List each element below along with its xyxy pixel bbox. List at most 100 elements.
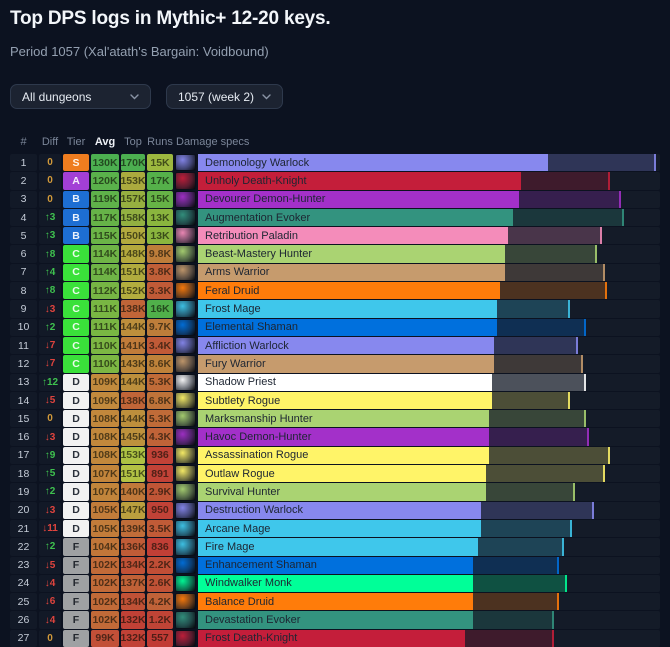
dps-bar-track: Destruction Warlock bbox=[198, 502, 660, 519]
avg-dps-cell: 110K bbox=[91, 355, 119, 372]
spec-name-label: Beast-Mastery Hunter bbox=[205, 248, 312, 260]
diff-cell: ↑4 bbox=[39, 264, 61, 281]
rank-cell: 11 bbox=[10, 337, 37, 354]
period-filter-dropdown[interactable]: 1057 (week 2) bbox=[166, 84, 283, 109]
avg-dps-bar: Feral Druid bbox=[198, 282, 500, 299]
rank-cell: 10 bbox=[10, 319, 37, 336]
tier-badge: F bbox=[63, 575, 89, 592]
rank-cell: 8 bbox=[10, 282, 37, 299]
table-row[interactable]: 23↓5F102K134K2.2KEnhancement Shaman bbox=[10, 557, 660, 574]
diff-cell: ↑2 bbox=[39, 483, 61, 500]
period-filter-value: 1057 (week 2) bbox=[178, 90, 254, 104]
table-row[interactable]: 11↓7C110K141K3.4KAffliction Warlock bbox=[10, 337, 660, 354]
table-row[interactable]: 9↓3C111K138K16KFrost Mage bbox=[10, 300, 660, 317]
rank-cell: 23 bbox=[10, 557, 37, 574]
table-row[interactable]: 10↑2C111K144K9.7KElemental Shaman bbox=[10, 319, 660, 336]
arms-warrior-spec-icon bbox=[175, 264, 196, 281]
avg-dps-cell: 108K bbox=[91, 447, 119, 464]
rank-cell: 27 bbox=[10, 630, 37, 647]
table-row[interactable]: 22↑2F104K136K836Fire Mage bbox=[10, 538, 660, 555]
dps-bar-track: Devourer Demon-Hunter bbox=[198, 191, 660, 208]
avg-dps-bar: Survival Hunter bbox=[198, 483, 486, 500]
rank-cell: 5 bbox=[10, 227, 37, 244]
table-row[interactable]: 20↓3D105K147K950Destruction Warlock bbox=[10, 502, 660, 519]
dps-bar-track: Balance Druid bbox=[198, 593, 660, 610]
table-row[interactable]: 12↓7C110K143K8.6KFury Warrior bbox=[10, 355, 660, 372]
dps-bar-track: Marksmanship Hunter bbox=[198, 410, 660, 427]
table-row[interactable]: 7↑4C114K151K3.8KArms Warrior bbox=[10, 264, 660, 281]
diff-cell: ↑2 bbox=[39, 538, 61, 555]
runs-count-cell: 2.2K bbox=[147, 557, 173, 574]
table-row[interactable]: 8↑8C112K152K3.3KFeral Druid bbox=[10, 282, 660, 299]
avg-dps-bar: Augmentation Evoker bbox=[198, 209, 513, 226]
spec-name-label: Havoc Demon-Hunter bbox=[205, 431, 311, 443]
assassination-rogue-spec-icon bbox=[175, 447, 196, 464]
avg-dps-cell: 104K bbox=[91, 538, 119, 555]
runs-count-cell: 16K bbox=[147, 300, 173, 317]
diff-cell: ↑12 bbox=[39, 374, 61, 391]
column-header-diff: Diff bbox=[39, 136, 61, 148]
dps-bar-track: Unholy Death-Knight bbox=[198, 172, 660, 189]
runs-count-cell: 9.8K bbox=[147, 245, 173, 262]
table-row[interactable]: 14↓5D109K138K6.8KSubtlety Rogue bbox=[10, 392, 660, 409]
marksmanship-hunter-spec-icon bbox=[175, 410, 196, 427]
rank-cell: 21 bbox=[10, 520, 37, 537]
top-dps-cell: 145K bbox=[121, 428, 145, 445]
avg-dps-cell: 111K bbox=[91, 319, 119, 336]
table-row[interactable]: 30B119K157K15KDevourer Demon-Hunter bbox=[10, 191, 660, 208]
dps-bar-track: Assassination Rogue bbox=[198, 447, 660, 464]
rank-cell: 3 bbox=[10, 191, 37, 208]
avg-dps-bar: Marksmanship Hunter bbox=[198, 410, 489, 427]
table-row[interactable]: 25↓6F102K134K4.2KBalance Druid bbox=[10, 593, 660, 610]
avg-dps-cell: 112K bbox=[91, 282, 119, 299]
dungeon-filter-dropdown[interactable]: All dungeons bbox=[10, 84, 151, 109]
dps-bar-track: Subtlety Rogue bbox=[198, 392, 660, 409]
top-dps-cell: 136K bbox=[121, 538, 145, 555]
avg-dps-cell: 119K bbox=[91, 191, 119, 208]
table-row[interactable]: 6↑8C114K148K9.8KBeast-Mastery Hunter bbox=[10, 245, 660, 262]
avg-dps-cell: 102K bbox=[91, 575, 119, 592]
table-row[interactable]: 18↑5D107K151K891Outlaw Rogue bbox=[10, 465, 660, 482]
table-row[interactable]: 16↓3D108K145K4.3KHavoc Demon-Hunter bbox=[10, 428, 660, 445]
rank-cell: 22 bbox=[10, 538, 37, 555]
rank-cell: 7 bbox=[10, 264, 37, 281]
table-row[interactable]: 21↓11D105K139K3.5KArcane Mage bbox=[10, 520, 660, 537]
tier-badge: F bbox=[63, 611, 89, 628]
spec-name-label: Balance Druid bbox=[205, 596, 274, 608]
table-row[interactable]: 270F99K132K557Frost Death-Knight bbox=[10, 630, 660, 647]
runs-count-cell: 4.2K bbox=[147, 593, 173, 610]
affliction-warlock-spec-icon bbox=[175, 337, 196, 354]
table-row[interactable]: 24↓4F102K137K2.6KWindwalker Monk bbox=[10, 575, 660, 592]
column-header-top: Top bbox=[121, 136, 145, 148]
avg-dps-bar: Havoc Demon-Hunter bbox=[198, 428, 489, 445]
rank-cell: 6 bbox=[10, 245, 37, 262]
diff-cell: ↓3 bbox=[39, 428, 61, 445]
table-row[interactable]: 4↑3B117K158K13KAugmentation Evoker bbox=[10, 209, 660, 226]
table-row[interactable]: 20A120K153K17KUnholy Death-Knight bbox=[10, 172, 660, 189]
table-row[interactable]: 17↑9D108K153K936Assassination Rogue bbox=[10, 447, 660, 464]
table-row[interactable]: 5↑3B115K150K13KRetribution Paladin bbox=[10, 227, 660, 244]
table-row[interactable]: 13↑12D109K144K5.3KShadow Priest bbox=[10, 374, 660, 391]
table-row[interactable]: 150D108K144K5.3KMarksmanship Hunter bbox=[10, 410, 660, 427]
fire-mage-spec-icon bbox=[175, 538, 196, 555]
spec-name-label: Windwalker Monk bbox=[205, 577, 292, 589]
diff-cell: ↑8 bbox=[39, 282, 61, 299]
diff-cell: ↑8 bbox=[39, 245, 61, 262]
dps-bar-track: Shadow Priest bbox=[198, 374, 660, 391]
avg-dps-bar: Windwalker Monk bbox=[198, 575, 473, 592]
avg-dps-cell: 107K bbox=[91, 465, 119, 482]
demonology-warlock-spec-icon bbox=[175, 154, 196, 171]
table-row[interactable]: 19↑2D107K140K2.9KSurvival Hunter bbox=[10, 483, 660, 500]
spec-name-label: Frost Mage bbox=[205, 303, 261, 315]
filter-bar: All dungeons 1057 (week 2) bbox=[10, 84, 660, 109]
dps-bar-track: Outlaw Rogue bbox=[198, 465, 660, 482]
avg-dps-cell: 109K bbox=[91, 374, 119, 391]
top-dps-cell: 144K bbox=[121, 410, 145, 427]
tier-badge: B bbox=[63, 191, 89, 208]
frost-mage-spec-icon bbox=[175, 300, 196, 317]
table-row[interactable]: 10S130K170K15KDemonology Warlock bbox=[10, 154, 660, 171]
spec-name-label: Unholy Death-Knight bbox=[205, 175, 307, 187]
diff-cell: ↓11 bbox=[39, 520, 61, 537]
avg-dps-bar: Elemental Shaman bbox=[198, 319, 497, 336]
table-row[interactable]: 26↓4F102K132K1.2KDevastation Evoker bbox=[10, 611, 660, 628]
